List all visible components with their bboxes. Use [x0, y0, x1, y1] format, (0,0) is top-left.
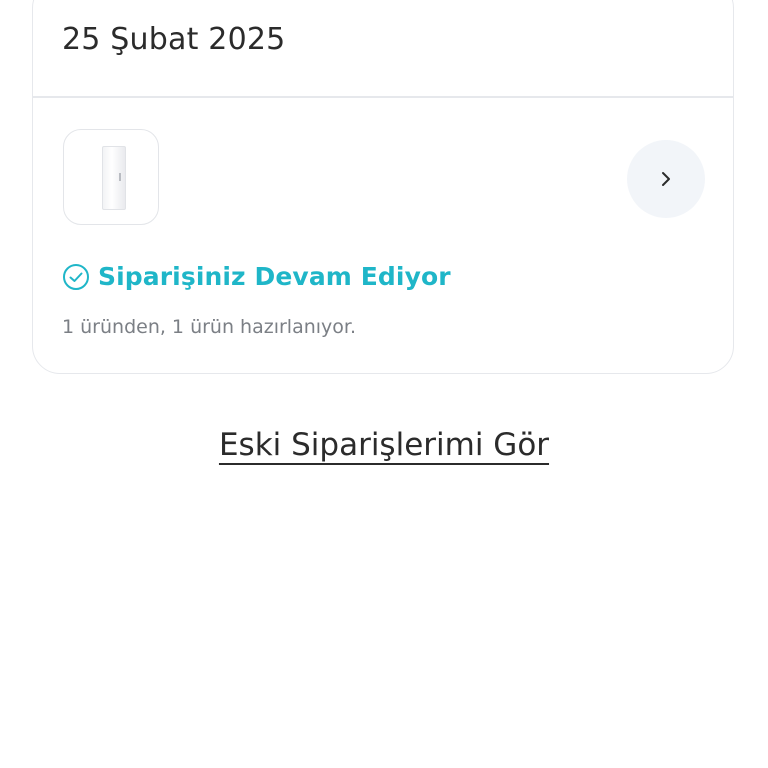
product-thumbnail[interactable] [63, 129, 159, 225]
card-divider [33, 96, 733, 98]
order-status: Siparişiniz Devam Ediyor [62, 262, 451, 291]
order-detail-button[interactable] [627, 140, 705, 218]
order-date: 25 Şubat 2025 [62, 22, 286, 57]
old-orders-link[interactable]: Eski Siparişlerimi Gör [219, 427, 549, 463]
refrigerator-handle [119, 173, 121, 181]
refrigerator-icon [102, 146, 126, 210]
order-status-label: Siparişiniz Devam Ediyor [98, 262, 451, 291]
chevron-right-icon [662, 172, 670, 186]
order-summary-text: 1 üründen, 1 ürün hazırlanıyor. [62, 316, 357, 338]
old-orders-container: Eski Siparişlerimi Gör [0, 427, 768, 463]
check-circle-icon [63, 263, 89, 290]
